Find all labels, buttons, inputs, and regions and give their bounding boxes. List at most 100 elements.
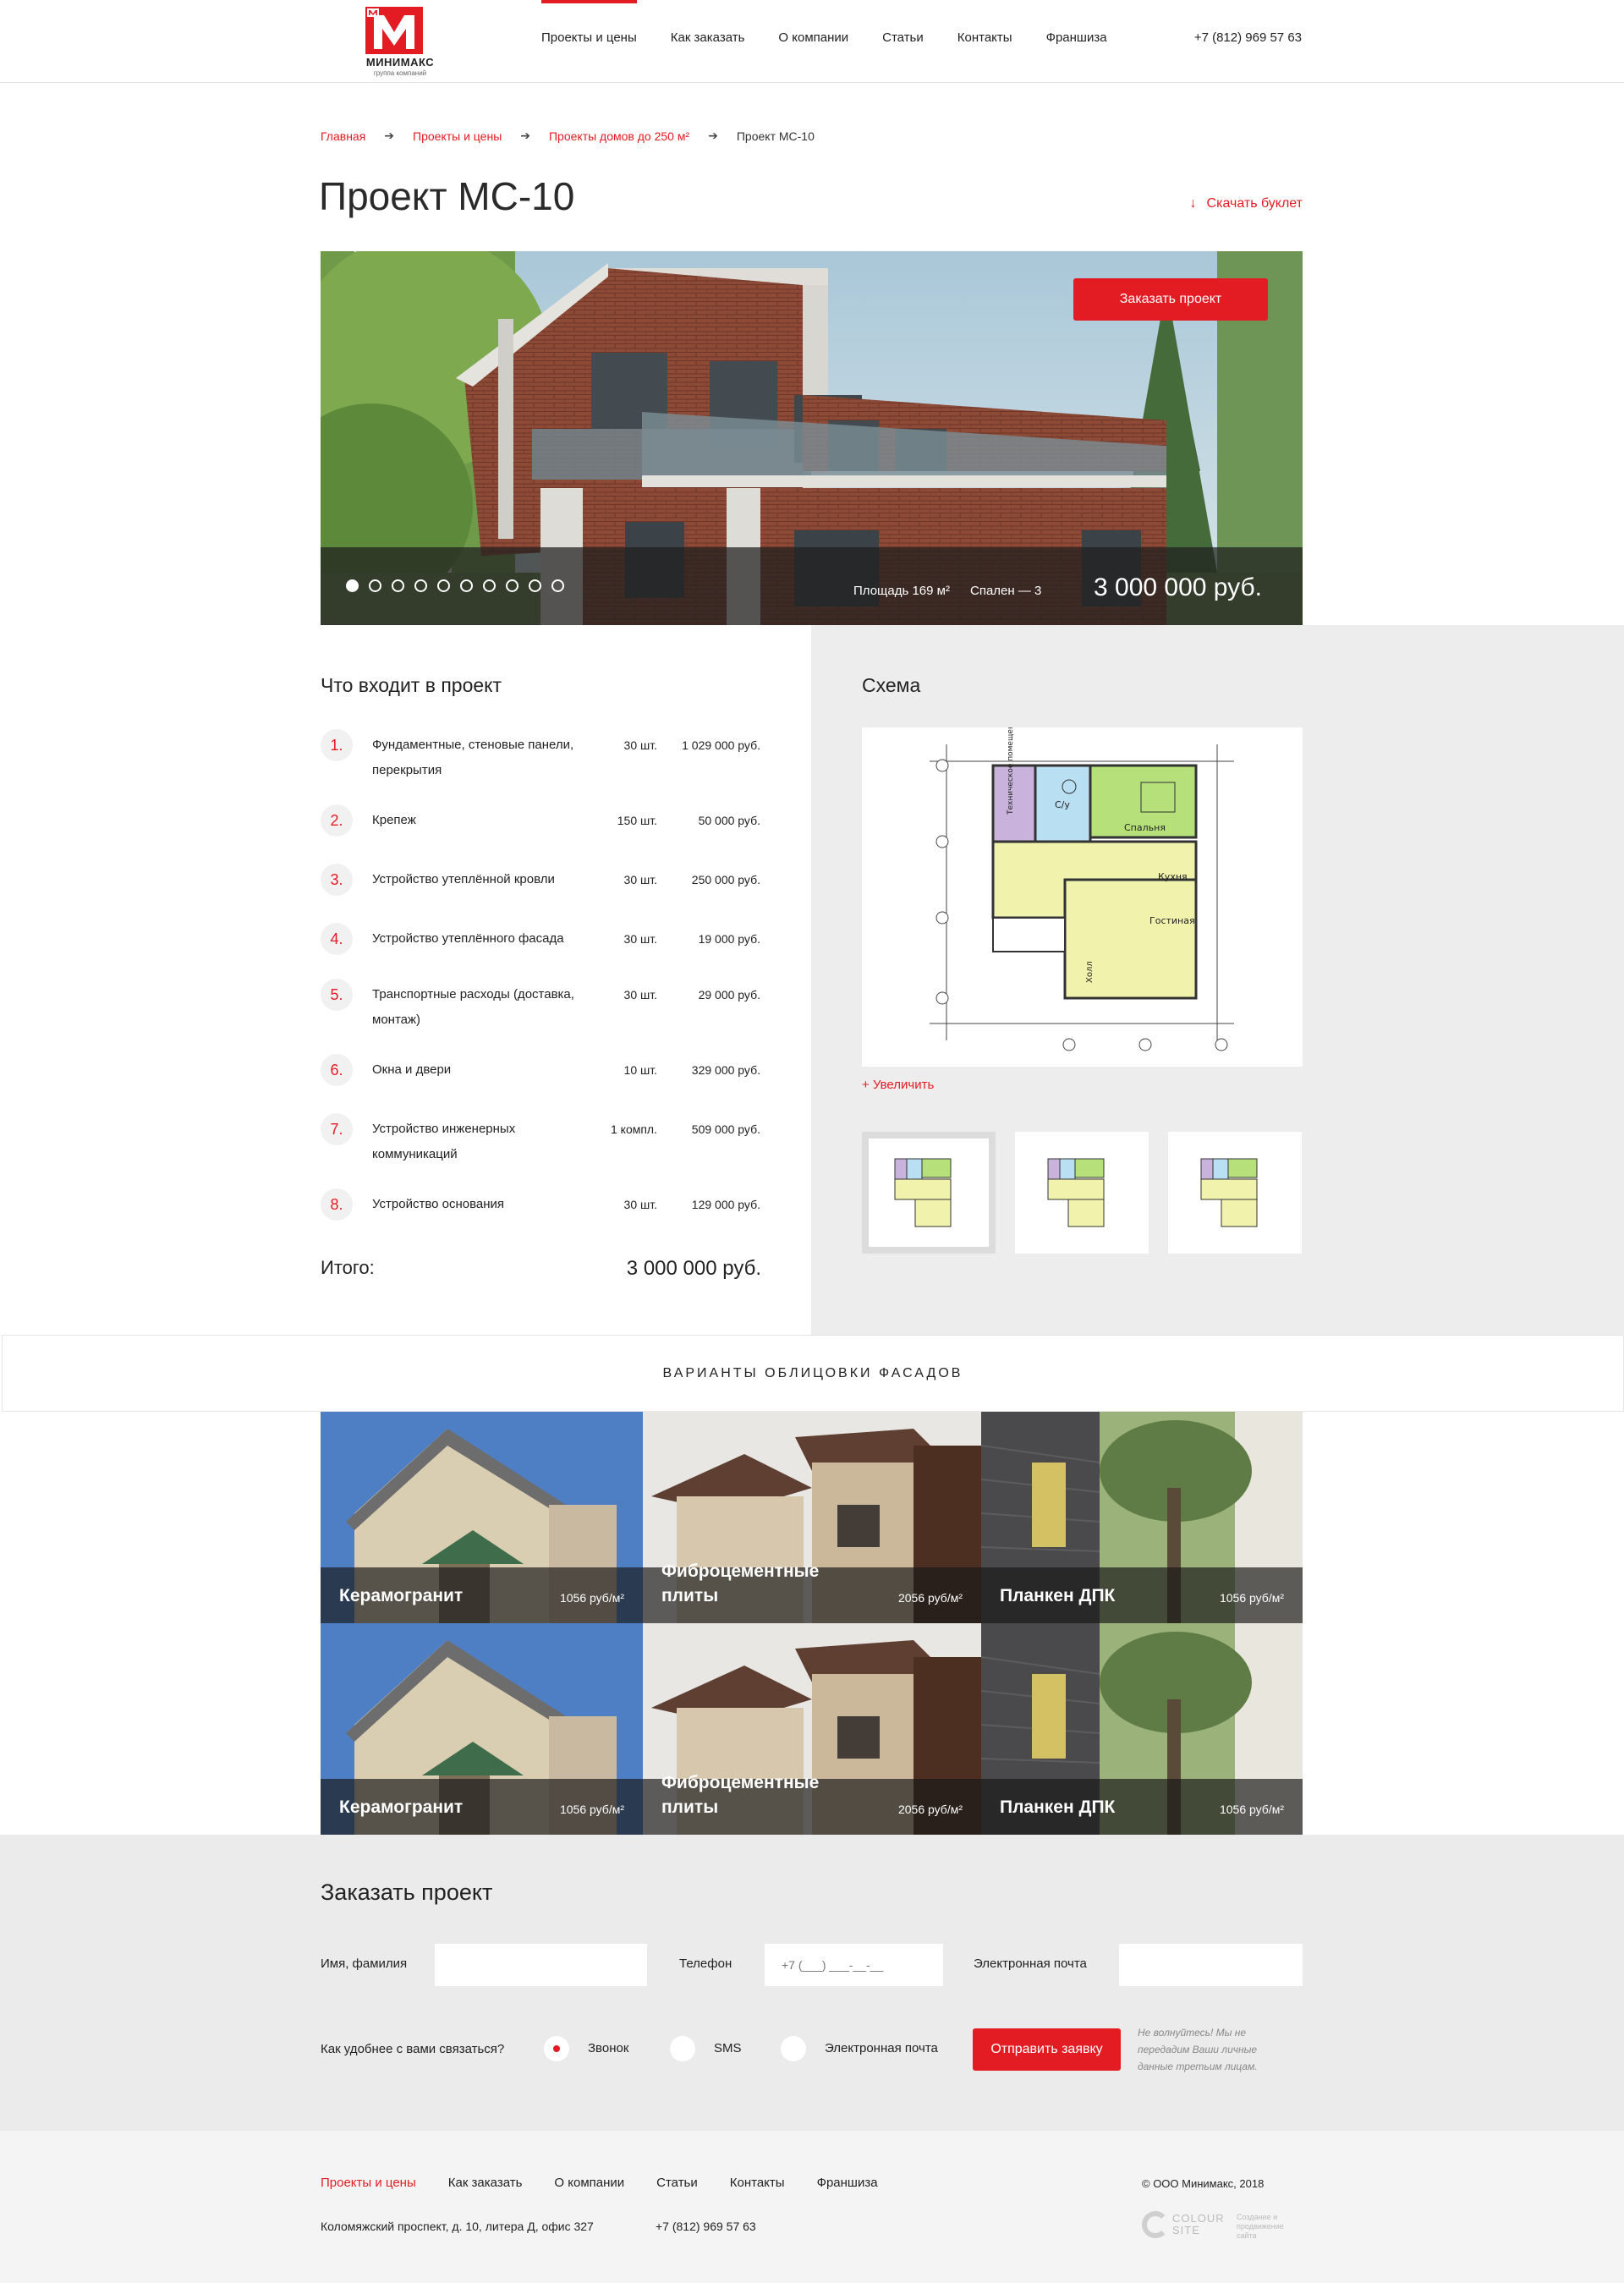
- item-price: 50 000 руб.: [698, 814, 760, 827]
- facade-card[interactable]: Керамогранит 1056 руб/м²: [321, 1412, 643, 1623]
- facade-card[interactable]: Фиброцементные плиты 2056 руб/м²: [643, 1623, 981, 1835]
- facades-title: ВАРИАНТЫ ОБЛИЦОВКИ ФАСАДОВ: [2, 1335, 1624, 1412]
- developer-name: COLOUR SITE: [1172, 2213, 1225, 2236]
- item-qty: 150 шт.: [617, 814, 657, 827]
- facade-name: Керамогранит: [339, 1586, 464, 1605]
- slider-dot[interactable]: [551, 579, 564, 592]
- item-qty: 30 шт.: [623, 1198, 657, 1211]
- item-price: 29 000 руб.: [698, 988, 760, 1002]
- footer-nav: Проекты и цены Как заказать О компании С…: [321, 2176, 910, 2190]
- slider-dot[interactable]: [460, 579, 473, 592]
- facade-card[interactable]: Керамогранит 1056 руб/м²: [321, 1623, 643, 1835]
- slider-dot[interactable]: [369, 579, 381, 592]
- facade-info-bar: Керамогранит 1056 руб/м²: [321, 1779, 643, 1835]
- footer-address: Коломяжский проспект, д. 10, литера Д, о…: [321, 2220, 594, 2233]
- facade-name: Фиброцементные плиты: [661, 1561, 820, 1605]
- item-name: Устройство утеплённого фасада: [372, 931, 564, 946]
- breadcrumb-category[interactable]: Проекты домов до 250 м²: [549, 129, 689, 143]
- footer-nav-how-to-order[interactable]: Как заказать: [448, 2176, 523, 2190]
- footer-nav-about[interactable]: О компании: [554, 2176, 624, 2190]
- site-footer: [0, 2131, 1624, 2283]
- nav-projects[interactable]: Проекты и цены: [541, 0, 637, 83]
- copyright: © ООО Минимакс, 2018: [1142, 2177, 1265, 2190]
- plan-thumbnail[interactable]: [1015, 1132, 1149, 1254]
- includes-list: 1. Фундаментные, стеновые панели, перекр…: [321, 729, 760, 1239]
- item-qty: 30 шт.: [623, 738, 657, 752]
- order-form-title: Заказать проект: [321, 1880, 493, 1905]
- item-price: 509 000 руб.: [691, 1122, 760, 1136]
- radio-call[interactable]: [544, 2036, 569, 2061]
- radio-call-label: Звонок: [588, 2041, 629, 2055]
- facade-info-bar: Планкен ДПК 1056 руб/м²: [981, 1779, 1303, 1835]
- item-name: Крепеж: [372, 813, 416, 827]
- total-label: Итого:: [321, 1257, 375, 1278]
- footer-nav-projects[interactable]: Проекты и цены: [321, 2176, 416, 2190]
- slider-dot[interactable]: [529, 579, 541, 592]
- logo-mark-icon: [365, 7, 423, 54]
- footer-phone[interactable]: +7 (812) 969 57 63: [656, 2220, 756, 2233]
- facade-price: 2056 руб/м²: [897, 1591, 963, 1605]
- breadcrumb-home[interactable]: Главная: [321, 129, 365, 143]
- plan-thumbnail[interactable]: [862, 1132, 996, 1254]
- name-input[interactable]: [435, 1944, 647, 1986]
- list-item: 5. Транспортные расходы (доставка, монта…: [321, 979, 760, 1054]
- arrow-right-icon: ➔: [384, 129, 395, 142]
- nav-franchise[interactable]: Франшиза: [1046, 0, 1107, 83]
- room-label: Гостиная: [1149, 915, 1195, 926]
- zoom-link[interactable]: + Увеличить: [862, 1078, 934, 1092]
- breadcrumb-projects[interactable]: Проекты и цены: [413, 129, 502, 143]
- facades-grid: Керамогранит 1056 руб/м² Фиброцементные п…: [321, 1412, 1303, 1835]
- header-phone[interactable]: +7 (812) 969 57 63: [1194, 0, 1302, 76]
- radio-sms[interactable]: [670, 2036, 695, 2061]
- slider-dot[interactable]: [346, 579, 359, 592]
- download-booklet-link[interactable]: ↓ Скачать буклет: [1190, 196, 1303, 211]
- nav-how-to-order[interactable]: Как заказать: [671, 0, 745, 83]
- hero-slider[interactable]: Заказать проект Площадь 169 м² Спален — …: [321, 251, 1303, 625]
- footer-nav-franchise[interactable]: Франшиза: [817, 2176, 878, 2190]
- email-input[interactable]: [1119, 1944, 1303, 1986]
- slider-dots: [346, 579, 574, 592]
- item-name: Фундаментные, стеновые панели, перекрыти…: [372, 738, 574, 777]
- main-nav: Проекты и цены Как заказать О компании С…: [541, 0, 1141, 83]
- developer-logo[interactable]: COLOUR SITE Создание и продвижение сайта: [1142, 2209, 1303, 2245]
- slider-dot[interactable]: [437, 579, 450, 592]
- facade-card[interactable]: Фиброцементные плиты 2056 руб/м²: [643, 1412, 981, 1623]
- plan-thumbnail[interactable]: [1168, 1132, 1302, 1254]
- list-item: 4. Устройство утеплённого фасада 30 шт. …: [321, 923, 760, 979]
- footer-nav-articles[interactable]: Статьи: [656, 2176, 698, 2190]
- list-item: 2. Крепеж 150 шт. 50 000 руб.: [321, 804, 760, 864]
- slider-dot[interactable]: [506, 579, 518, 592]
- item-number: 3.: [321, 864, 353, 896]
- email-label: Электронная почта: [974, 1956, 1087, 1971]
- order-project-button[interactable]: Заказать проект: [1073, 278, 1268, 321]
- facade-price: 1056 руб/м²: [559, 1803, 624, 1816]
- room-label: Спальня: [1124, 822, 1166, 833]
- nav-contacts[interactable]: Контакты: [957, 0, 1012, 83]
- footer-nav-contacts[interactable]: Контакты: [730, 2176, 785, 2190]
- radio-email[interactable]: [781, 2036, 806, 2061]
- item-price: 129 000 руб.: [691, 1198, 760, 1211]
- slider-dot[interactable]: [414, 579, 427, 592]
- item-price: 329 000 руб.: [691, 1063, 760, 1077]
- item-name: Устройство основания: [372, 1197, 505, 1211]
- house-area: Площадь 169 м²: [853, 584, 950, 598]
- facade-card[interactable]: Планкен ДПК 1056 руб/м²: [981, 1412, 1303, 1623]
- submit-request-button[interactable]: Отправить заявку: [973, 2028, 1121, 2071]
- facade-card[interactable]: Планкен ДПК 1056 руб/м²: [981, 1623, 1303, 1835]
- floor-plan[interactable]: Техническое помещение С/у Спальня Кухня …: [862, 727, 1303, 1067]
- page-title: Проект МС-10: [319, 174, 575, 218]
- plan-thumbnails: [862, 1132, 1321, 1254]
- list-item: 8. Устройство основания 30 шт. 129 000 р…: [321, 1188, 760, 1239]
- site-header: МИНИМАКС группа компаний Проекты и цены …: [0, 0, 1624, 83]
- facade-price: 1056 руб/м²: [1219, 1803, 1284, 1816]
- item-qty: 30 шт.: [623, 988, 657, 1002]
- slider-dot[interactable]: [483, 579, 496, 592]
- slider-dot[interactable]: [392, 579, 404, 592]
- phone-input[interactable]: [765, 1944, 943, 1986]
- privacy-note: Не волнуйтесь! Мы не передадим Ваши личн…: [1138, 2027, 1258, 2072]
- item-name: Устройство утеплённой кровли: [372, 872, 555, 886]
- nav-articles[interactable]: Статьи: [882, 0, 924, 83]
- facade-name: Фиброцементные плиты: [661, 1773, 820, 1817]
- nav-about[interactable]: О компании: [778, 0, 848, 83]
- site-logo[interactable]: МИНИМАКС группа компаний: [362, 7, 438, 78]
